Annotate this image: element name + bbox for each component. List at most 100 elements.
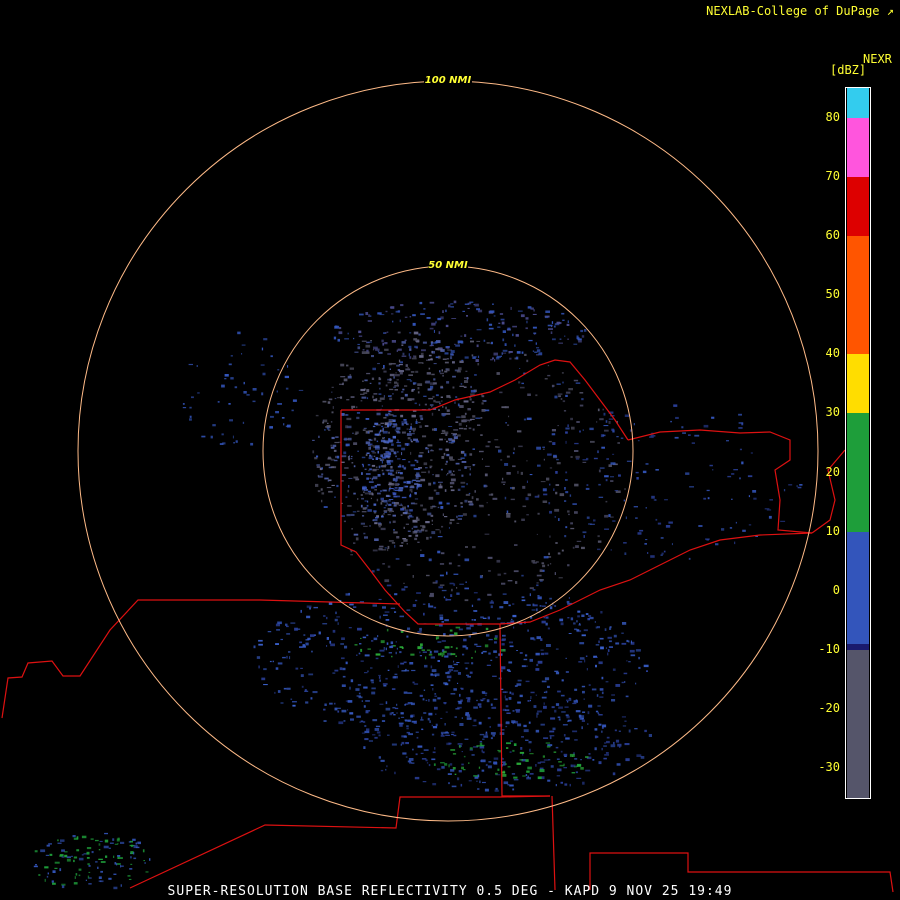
echo-pixel — [435, 492, 440, 495]
echo-pixel — [474, 643, 478, 646]
echo-pixel — [556, 775, 561, 777]
credit-label[interactable]: NEXLAB-College of DuPage ↗ — [706, 4, 894, 18]
echo-pixel — [362, 507, 367, 510]
echo-pixel — [519, 751, 525, 754]
echo-pixel — [351, 407, 354, 410]
echo-pixel — [514, 520, 517, 523]
echo-pixel — [404, 704, 407, 706]
echo-pixel — [372, 734, 376, 736]
echo-pixel — [365, 344, 371, 348]
echo-pixel — [487, 765, 492, 769]
echo-pixel — [545, 310, 550, 313]
echo-pixel — [191, 396, 194, 399]
echo-pixel — [388, 489, 390, 492]
echo-pixel — [628, 729, 631, 733]
echo-pixel — [446, 571, 448, 575]
echo-pixel — [451, 785, 457, 788]
echo-pixel — [694, 434, 700, 437]
echo-pixel — [233, 442, 235, 444]
echo-pixel — [487, 616, 490, 620]
echo-pixel — [502, 330, 506, 333]
echo-pixel — [370, 497, 372, 500]
echo-pixel — [491, 706, 497, 709]
echo-pixel — [663, 550, 666, 553]
echo-pixel — [342, 675, 346, 678]
echo-pixel — [443, 452, 446, 456]
echo-pixel — [561, 372, 564, 374]
echo-pixel — [367, 464, 371, 466]
echo-pixel — [568, 513, 570, 516]
echo-pixel — [363, 392, 368, 394]
echo-pixel — [581, 546, 585, 550]
echo-pixel — [506, 472, 511, 475]
echo-pixel — [369, 525, 371, 527]
echo-pixel — [381, 720, 386, 722]
echo-pixel — [344, 437, 348, 441]
echo-pixel — [536, 446, 541, 450]
echo-pixel — [535, 668, 540, 671]
echo-pixel — [549, 483, 551, 486]
echo-pixel — [275, 643, 279, 645]
echo-pixel — [54, 861, 60, 864]
echo-pixel — [469, 747, 473, 750]
echo-pixel — [574, 739, 578, 741]
echo-pixel — [376, 483, 381, 486]
echo-pixel — [387, 508, 393, 511]
echo-pixel — [87, 863, 90, 866]
echo-pixel — [349, 686, 351, 690]
echo-pixel — [230, 377, 234, 380]
echo-pixel — [603, 745, 607, 747]
echo-pixel — [397, 439, 399, 441]
echo-pixel — [427, 388, 432, 391]
echo-pixel — [598, 483, 601, 486]
echo-pixel — [726, 440, 729, 442]
echo-pixel — [458, 770, 462, 773]
echo-pixel — [384, 464, 387, 467]
echo-pixel — [393, 495, 398, 498]
echo-pixel — [341, 474, 347, 476]
echo-pixel — [377, 450, 379, 454]
echo-pixel — [435, 713, 437, 715]
echo-pixel — [49, 853, 53, 856]
echo-pixel — [381, 425, 384, 428]
echo-pixel — [485, 445, 490, 448]
echo-pixel — [468, 780, 472, 782]
echo-pixel — [391, 483, 395, 486]
echo-pixel — [367, 509, 372, 512]
echo-pixel — [563, 410, 567, 412]
echo-pixel — [560, 781, 563, 784]
echo-pixel — [437, 641, 442, 643]
echo-pixel — [90, 838, 94, 840]
echo-pixel — [396, 364, 400, 367]
echo-pixel — [516, 762, 522, 765]
echo-pixel — [391, 501, 395, 504]
echo-pixel — [362, 487, 365, 491]
echo-pixel — [362, 349, 365, 351]
echo-pixel — [514, 685, 518, 687]
echo-pixel — [411, 357, 417, 360]
echo-pixel — [350, 718, 354, 721]
echo-pixel — [305, 639, 310, 641]
echo-pixel — [389, 469, 394, 472]
echo-pixel — [614, 490, 619, 492]
echo-pixel — [108, 847, 111, 849]
echo-pixel — [300, 674, 304, 677]
echo-pixel — [623, 542, 627, 544]
echo-pixel — [373, 437, 377, 441]
echo-pixel — [497, 617, 501, 620]
echo-pixel — [445, 324, 449, 328]
echo-pixel — [349, 367, 354, 370]
echo-pixel — [385, 677, 388, 680]
echo-pixel — [326, 637, 329, 640]
echo-pixel — [431, 758, 436, 761]
echo-pixel — [575, 545, 579, 548]
echo-pixel — [536, 349, 541, 352]
echo-pixel — [429, 404, 434, 406]
echo-pixel — [528, 721, 531, 724]
echo-pixel — [453, 470, 455, 472]
echo-pixel — [366, 477, 369, 480]
echo-pixel — [241, 344, 246, 346]
echo-pixel — [540, 761, 546, 763]
echo-pixel — [617, 743, 622, 747]
echo-pixel — [560, 694, 565, 697]
